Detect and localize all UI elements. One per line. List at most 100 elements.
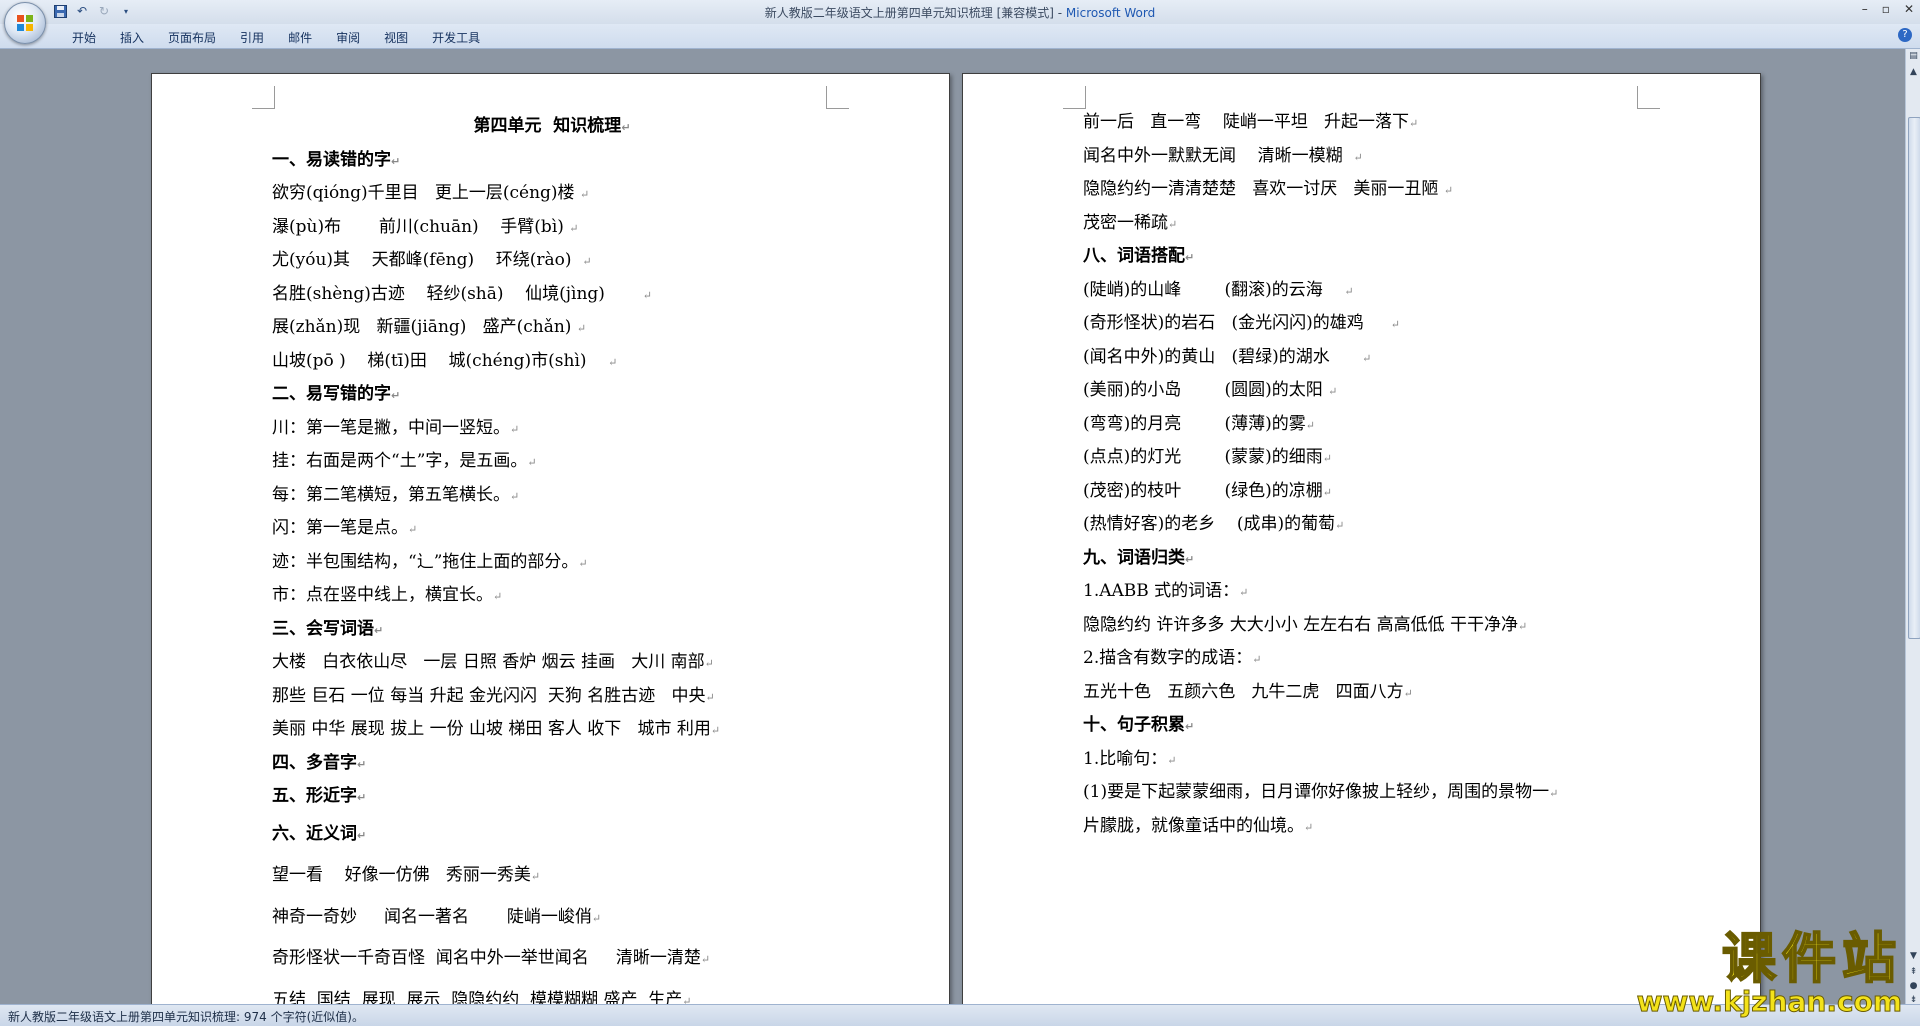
paragraph-mark: ↵ [357, 757, 367, 771]
section-heading: 三、会写词语↵ [272, 618, 384, 639]
paragraph-mark: ↵ [1390, 318, 1400, 331]
close-icon[interactable]: ✕ [1904, 2, 1914, 16]
tab-references[interactable]: 引用 [228, 29, 276, 46]
text-line: 五结 国结 展现 展示 隐隐约约 模模糊糊 盛产 生产↵ [272, 980, 832, 1005]
page-content-right[interactable]: 前一后 直一弯 陡峭一平坦 升起一落下↵ 闻名中外一默默无闻 清晰一模糊 ↵ 隐隐约… [1083, 106, 1643, 843]
paragraph-mark: ↵ [530, 870, 541, 883]
text-line: 欲穷(qióng)千里目 更上一层(céng)楼 ↵ [272, 183, 590, 203]
paragraph-mark: ↵ [1322, 452, 1332, 465]
paragraph-mark: ↵ [1167, 753, 1177, 767]
text-line: (奇形怪状)的岩石 (金光闪闪)的雄鸡 ↵ [1083, 313, 1400, 333]
tab-view[interactable]: 视图 [372, 29, 420, 46]
watermark-logo-text: 课件站 [1721, 927, 1902, 990]
scroll-down-icon[interactable]: ▼ [1907, 949, 1920, 963]
ruler-toggle-icon[interactable]: ▤ [1907, 49, 1920, 63]
page-content-left[interactable]: 第四单元 知识梳理↵ 一、易读错的字↵ 欲穷(qióng)千里目 更上一层(cén… [272, 110, 832, 1004]
paragraph-mark: ↵ [1443, 184, 1454, 197]
window-controls: – ▫ ✕ [1862, 2, 1914, 16]
paragraph-mark: ↵ [579, 188, 590, 201]
text-line: 迹：半包围结构，“辶”拖住上面的部分。↵ [272, 551, 588, 572]
text-line: 闪：第一笔是点。↵ [272, 518, 418, 538]
paragraph-mark: ↵ [374, 623, 384, 637]
paragraph-mark: ↵ [1305, 418, 1315, 432]
office-logo-icon [17, 15, 33, 31]
paragraph-mark: ↵ [591, 911, 602, 925]
text-line: 1.AABB 式的词语：↵ [1083, 581, 1249, 601]
paragraph-mark: ↵ [1322, 485, 1332, 499]
text-line: 闻名中外一默默无闻 清晰一模糊 ↵ [1083, 145, 1363, 166]
tab-review[interactable]: 审阅 [324, 29, 372, 46]
section-heading: 一、易读错的字↵ [272, 149, 401, 170]
document-page-left: 第四单元 知识梳理↵ 一、易读错的字↵ 欲穷(qióng)千里目 更上一层(cén… [151, 73, 950, 1004]
paragraph-mark: ↵ [527, 456, 537, 469]
crop-mark [826, 86, 849, 109]
previous-page-icon[interactable]: ⇞ [1907, 965, 1920, 979]
paragraph-mark: ↵ [1328, 385, 1338, 398]
text-line: 隐隐约约一清清楚楚 喜欢一讨厌 美丽一丑陋 ↵ [1083, 179, 1454, 199]
site-watermark: 课件站 www.kjzhan.com [1636, 927, 1902, 1018]
paragraph-mark: ↵ [705, 690, 715, 704]
text-line: 大楼 白衣依山尽 一层 日照 香炉 烟云 挂画 大川 南部↵ [272, 652, 714, 672]
vertical-scrollbar[interactable]: ▤ ▲ ▼ ⇞ ● ⇟ [1905, 49, 1920, 1005]
text-line: 望一看 好像一仿佛 秀丽一秀美↵ [272, 865, 541, 885]
paragraph-mark: ↵ [493, 590, 503, 603]
text-line: 市：点在竖中线上，横宜长。↵ [272, 585, 503, 605]
section-heading: 十、句子积累↵ [1083, 715, 1195, 735]
paragraph-mark: ↵ [1344, 284, 1354, 298]
paragraph-mark: ↵ [1518, 619, 1528, 633]
text-line: 2.描含有数字的成语：↵ [1083, 648, 1262, 668]
paragraph-mark: ↵ [1252, 653, 1262, 666]
paragraph-mark: ↵ [357, 791, 367, 804]
paragraph-mark: ↵ [578, 556, 588, 570]
text-line: 片朦胧，就像童话中的仙境。↵ [1083, 815, 1314, 836]
section-heading: 八、词语搭配↵ [1083, 246, 1195, 266]
maximize-icon[interactable]: ▫ [1882, 2, 1890, 16]
text-line: (陡峭)的山峰 (翻滚)的云海 ↵ [1083, 279, 1354, 300]
text-line: 川：第一笔是撇，中间一竖短。↵ [272, 417, 520, 438]
text-line: (弯弯)的月亮 (薄薄)的雾↵ [1083, 413, 1315, 434]
text-line: (点点)的灯光 (蒙蒙)的细雨↵ [1083, 447, 1332, 467]
paragraph-mark: ↵ [1549, 787, 1559, 800]
paragraph-mark: ↵ [682, 994, 692, 1005]
help-icon[interactable]: ? [1898, 28, 1912, 42]
document-workspace: 第四单元 知识梳理↵ 一、易读错的字↵ 欲穷(qióng)千里目 更上一层(cén… [0, 49, 1905, 1004]
paragraph-mark: ↵ [1304, 820, 1314, 834]
text-line: (1)要是下起蒙蒙细雨，日月谭你好像披上轻纱，周围的景物一↵ [1083, 782, 1559, 802]
minimize-icon[interactable]: – [1862, 2, 1868, 16]
paragraph-mark: ↵ [1353, 150, 1363, 164]
office-button[interactable] [4, 2, 46, 44]
page-title: 第四单元 知识梳理↵ [473, 116, 631, 136]
text-line: 茂密一稀疏↵ [1083, 212, 1178, 233]
ribbon-tabs-bar: 开始 插入 页面布局 引用 邮件 审阅 视图 开发工具 ? [0, 24, 1920, 49]
paragraph-mark: ↵ [391, 389, 401, 402]
ribbon-tabs: 开始 插入 页面布局 引用 邮件 审阅 视图 开发工具 [60, 29, 492, 46]
watermark-url: www.kjzhan.com [1636, 985, 1902, 1018]
paragraph-mark: ↵ [510, 489, 520, 503]
tab-insert[interactable]: 插入 [108, 29, 156, 46]
scrollbar-thumb[interactable] [1908, 117, 1920, 639]
text-line: 尤(yóu)其 天都峰(fēng) 环绕(rào) ↵ [272, 250, 592, 270]
text-line: 展(zhǎn)现 新疆(jiāng) 盛产(chǎn) ↵ [272, 317, 587, 337]
text-line: 五光十色 五颜六色 九牛二虎 四面八方↵ [1083, 681, 1413, 702]
paragraph-mark: ↵ [408, 523, 418, 536]
paragraph-mark: ↵ [1362, 351, 1372, 365]
status-bar: 新人教版二年级语文上册第四单元知识梳理: 974 个字符(近似值)。 [0, 1004, 1920, 1026]
app-name: Microsoft Word [1065, 6, 1156, 20]
tab-developer[interactable]: 开发工具 [420, 29, 492, 46]
paragraph-mark: ↵ [1403, 686, 1413, 700]
paragraph-mark: ↵ [642, 288, 652, 302]
scroll-up-icon[interactable]: ▲ [1907, 65, 1920, 79]
text-line: 名胜(shèng)古迹 轻纱(shā) 仙境(jìng) ↵ [272, 283, 652, 304]
document-title: 新人教版二年级语文上册第四单元知识梳理 [兼容模式] - [764, 6, 1066, 20]
select-browse-object-icon[interactable]: ● [1907, 979, 1920, 993]
tab-home[interactable]: 开始 [60, 29, 108, 46]
status-word-count[interactable]: 新人教版二年级语文上册第四单元知识梳理: 974 个字符(近似值)。 [8, 1008, 364, 1025]
paragraph-mark: ↵ [1185, 552, 1195, 566]
text-line: 神奇一奇妙 闻名一著名 陡峭一峻俏↵ [272, 906, 602, 927]
paragraph-mark: ↵ [700, 953, 711, 966]
text-line: 每：第二笔横短，第五笔横长。↵ [272, 484, 520, 505]
tab-page-layout[interactable]: 页面布局 [156, 29, 228, 46]
paragraph-mark: ↵ [710, 724, 721, 737]
tab-mailings[interactable]: 邮件 [276, 29, 324, 46]
section-heading: 六、近义词↵ [272, 823, 367, 844]
